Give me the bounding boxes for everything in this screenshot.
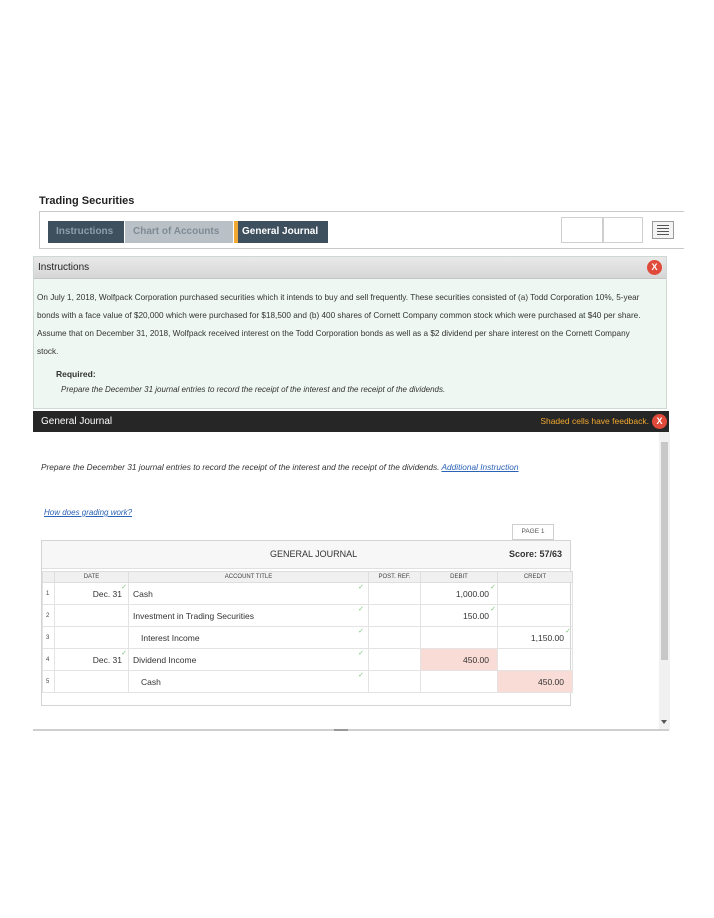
general-journal-header-title: General Journal bbox=[41, 416, 113, 427]
row-number: 3 bbox=[42, 626, 55, 649]
scrollbar[interactable] bbox=[659, 432, 670, 730]
debit-cell[interactable]: 150.00 ✓ bbox=[420, 604, 498, 627]
post-ref-cell[interactable] bbox=[368, 648, 421, 671]
date-cell[interactable]: Dec. 31 ✓ bbox=[54, 648, 129, 671]
credit-value: 1,150.00 bbox=[530, 632, 564, 643]
check-icon: ✓ bbox=[358, 672, 364, 679]
journal-row: 5 Cash ✓ 450.00 bbox=[42, 670, 573, 693]
account-value: Investment in Trading Securities bbox=[133, 610, 254, 621]
column-header-credit: CREDIT bbox=[497, 571, 573, 583]
page-label: PAGE 1 bbox=[512, 524, 554, 540]
app-title: Trading Securities bbox=[39, 195, 135, 207]
instructions-close-icon[interactable]: X bbox=[647, 260, 662, 275]
check-icon: ✓ bbox=[358, 584, 364, 591]
row-number: 2 bbox=[42, 604, 55, 627]
date-cell[interactable] bbox=[54, 626, 129, 649]
debit-value: 1,000.00 bbox=[455, 588, 489, 599]
instructions-panel: Instructions X On July 1, 2018, Wolfpack… bbox=[33, 256, 667, 409]
check-icon: ✓ bbox=[358, 606, 364, 613]
account-value: Cash bbox=[133, 588, 153, 599]
column-header-debit: DEBIT bbox=[420, 571, 498, 583]
tab-chart-of-accounts[interactable]: Chart of Accounts bbox=[125, 221, 233, 243]
check-icon: ✓ bbox=[565, 628, 571, 635]
scroll-down-icon[interactable] bbox=[661, 720, 667, 724]
row-number-header bbox=[42, 571, 55, 583]
journal-table: GENERAL JOURNAL Score: 57/63 DATE ACCOUN… bbox=[41, 540, 573, 706]
post-ref-cell[interactable] bbox=[368, 670, 421, 693]
journal-instruction-text: Prepare the December 31 journal entries … bbox=[41, 462, 440, 472]
journal-title: GENERAL JOURNAL bbox=[270, 549, 358, 559]
score: Score: 57/63 bbox=[508, 549, 562, 559]
check-icon: ✓ bbox=[121, 584, 127, 591]
credit-value: 450.00 bbox=[538, 676, 564, 687]
date-value: Dec. 31 bbox=[92, 654, 122, 665]
required-label: Required: bbox=[56, 369, 96, 379]
general-journal-close-icon[interactable]: X bbox=[652, 414, 667, 429]
column-header-account-title: ACCOUNT TITLE bbox=[128, 571, 369, 583]
tab-instructions[interactable]: Instructions bbox=[48, 221, 124, 243]
debit-cell[interactable] bbox=[420, 626, 498, 649]
date-cell[interactable] bbox=[54, 604, 129, 627]
journal-instruction: Prepare the December 31 journal entries … bbox=[41, 462, 519, 472]
account-value: Interest Income bbox=[141, 632, 200, 643]
toolbar-button-blank-2[interactable] bbox=[603, 217, 643, 243]
debit-value: 450.00 bbox=[463, 654, 489, 665]
menu-icon[interactable] bbox=[652, 221, 674, 239]
debit-value: 150.00 bbox=[463, 610, 489, 621]
resize-grip[interactable] bbox=[334, 729, 348, 731]
account-cell[interactable]: Interest Income ✓ bbox=[128, 626, 369, 649]
credit-cell[interactable] bbox=[497, 648, 573, 671]
journal-row: 3 Interest Income ✓ 1,150.00 ✓ bbox=[42, 626, 573, 649]
date-value: Dec. 31 bbox=[92, 588, 122, 599]
credit-cell[interactable]: 1,150.00 ✓ bbox=[497, 626, 573, 649]
grading-help-link[interactable]: How does grading work? bbox=[44, 508, 132, 517]
account-value: Cash bbox=[141, 676, 161, 687]
debit-cell-feedback[interactable]: 450.00 bbox=[420, 648, 498, 671]
additional-instruction-link[interactable]: Additional Instruction bbox=[441, 462, 518, 472]
post-ref-cell[interactable] bbox=[368, 582, 421, 605]
row-number: 5 bbox=[42, 670, 55, 693]
account-cell[interactable]: Cash ✓ bbox=[128, 670, 369, 693]
post-ref-cell[interactable] bbox=[368, 604, 421, 627]
credit-cell-feedback[interactable]: 450.00 bbox=[497, 670, 573, 693]
column-header-post-ref: POST. REF. bbox=[368, 571, 421, 583]
check-icon: ✓ bbox=[490, 606, 496, 613]
account-cell[interactable]: Dividend Income ✓ bbox=[128, 648, 369, 671]
general-journal-header: General Journal Shaded cells have feedba… bbox=[33, 411, 669, 432]
account-cell[interactable]: Investment in Trading Securities ✓ bbox=[128, 604, 369, 627]
check-icon: ✓ bbox=[358, 628, 364, 635]
journal-row: 2 Investment in Trading Securities ✓ 150.… bbox=[42, 604, 573, 627]
tab-bar: Instructions Chart of Accounts General J… bbox=[39, 211, 684, 249]
check-icon: ✓ bbox=[358, 650, 364, 657]
post-ref-cell[interactable] bbox=[368, 626, 421, 649]
account-cell[interactable]: Cash ✓ bbox=[128, 582, 369, 605]
check-icon: ✓ bbox=[121, 650, 127, 657]
feedback-note: Shaded cells have feedback. bbox=[540, 416, 649, 426]
date-cell[interactable]: Dec. 31 ✓ bbox=[54, 582, 129, 605]
instructions-text: On July 1, 2018, Wolfpack Corporation pu… bbox=[37, 293, 641, 356]
journal-grid: DATE ACCOUNT TITLE POST. REF. DEBIT CRED… bbox=[42, 571, 573, 693]
tab-general-journal[interactable]: General Journal bbox=[234, 221, 328, 243]
column-header-date: DATE bbox=[54, 571, 129, 583]
required-text: Prepare the December 31 journal entries … bbox=[61, 385, 446, 394]
debit-cell[interactable] bbox=[420, 670, 498, 693]
row-number: 1 bbox=[42, 582, 55, 605]
toolbar-button-blank-1[interactable] bbox=[561, 217, 603, 243]
journal-row: 1 Dec. 31 ✓ Cash ✓ 1,000.00 ✓ bbox=[42, 582, 573, 605]
date-cell[interactable] bbox=[54, 670, 129, 693]
credit-cell[interactable] bbox=[497, 582, 573, 605]
instructions-header: Instructions bbox=[34, 257, 666, 279]
panel-bottom-border bbox=[33, 729, 669, 731]
credit-cell[interactable] bbox=[497, 604, 573, 627]
journal-title-bar: GENERAL JOURNAL Score: 57/63 bbox=[42, 541, 570, 569]
row-number: 4 bbox=[42, 648, 55, 671]
scrollbar-thumb[interactable] bbox=[661, 442, 668, 660]
journal-row: 4 Dec. 31 ✓ Dividend Income ✓ 450.00 bbox=[42, 648, 573, 671]
account-value: Dividend Income bbox=[133, 654, 197, 665]
page: Trading Securities Instructions Chart of… bbox=[0, 0, 714, 918]
debit-cell[interactable]: 1,000.00 ✓ bbox=[420, 582, 498, 605]
check-icon: ✓ bbox=[490, 584, 496, 591]
